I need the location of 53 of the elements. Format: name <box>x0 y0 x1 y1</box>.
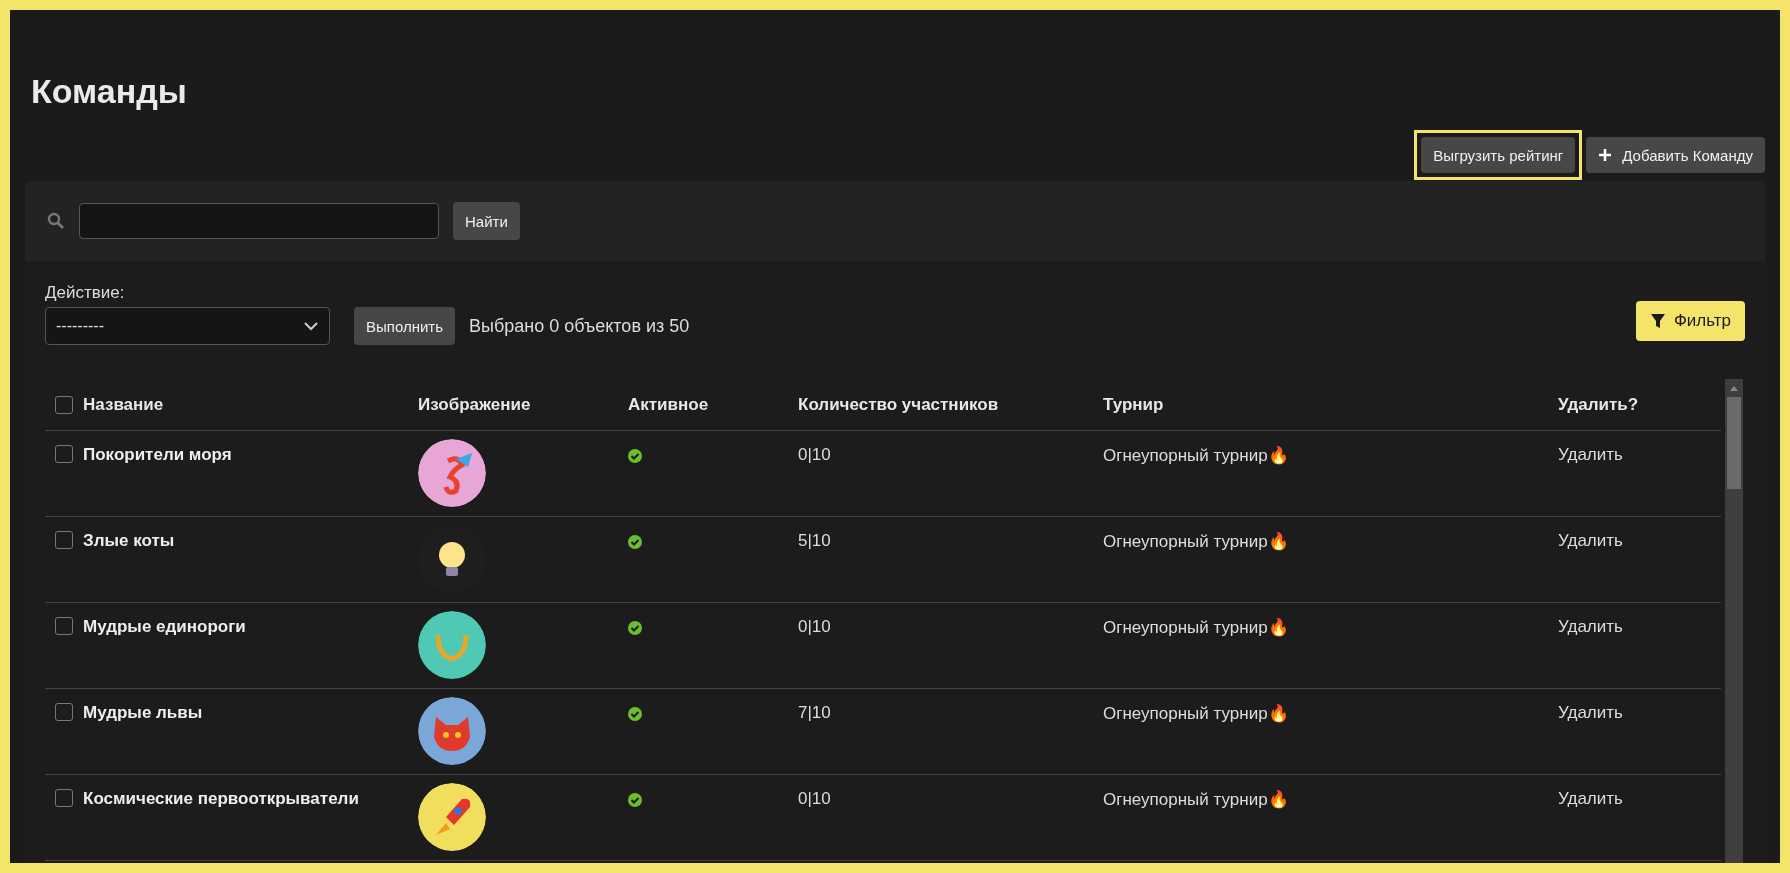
scrollbar[interactable] <box>1725 379 1743 863</box>
column-header[interactable]: Турнир <box>1103 394 1164 414</box>
column-header[interactable]: Активное <box>628 394 709 414</box>
delete-link[interactable]: Удалить <box>1558 531 1623 550</box>
team-name: Мудрые львы <box>83 703 203 722</box>
scroll-up-icon[interactable] <box>1730 385 1738 391</box>
team-avatar-icon <box>418 611 486 679</box>
delete-link[interactable]: Удалить <box>1558 789 1623 808</box>
filter-button[interactable]: Фильтр <box>1635 301 1745 341</box>
export-rating-button[interactable]: Выгрузить рейтинг <box>1421 137 1576 173</box>
action-label: Действие: <box>45 283 126 303</box>
tournament-name: Огнеупорный турнир🔥 <box>1103 532 1289 551</box>
member-count: 5|10 <box>798 531 831 550</box>
tournament-name: Огнеупорный турнир🔥 <box>1103 704 1289 723</box>
member-count: 0|10 <box>798 789 831 808</box>
column-header[interactable]: Название <box>83 394 164 414</box>
search-field[interactable] <box>79 203 439 239</box>
row-checkbox[interactable] <box>55 617 73 635</box>
team-name: Мудрые единороги <box>83 617 246 636</box>
delete-link[interactable]: Удалить <box>1558 703 1623 722</box>
chevron-down-icon <box>303 321 319 331</box>
member-count: 0|10 <box>798 617 831 636</box>
select-all-checkbox[interactable] <box>55 395 73 414</box>
search-icon <box>47 212 65 230</box>
team-avatar-icon <box>418 697 486 765</box>
column-header[interactable]: Удалить? <box>1558 394 1639 414</box>
tournament-name: Огнеупорный турнир🔥 <box>1103 618 1289 637</box>
scrollbar-thumb[interactable] <box>1727 397 1741 489</box>
delete-link[interactable]: Удалить <box>1558 445 1623 464</box>
team-name: Злые коты <box>83 531 175 550</box>
row-checkbox[interactable] <box>55 789 73 807</box>
column-header[interactable]: Количество участников <box>798 394 999 414</box>
tournament-name: Огнеупорный турнир🔥 <box>1103 446 1289 465</box>
team-name: Покорители моря <box>83 445 232 464</box>
team-name: Космические первооткрыватели <box>83 789 359 808</box>
row-checkbox[interactable] <box>55 445 73 463</box>
team-avatar-icon <box>418 439 486 507</box>
member-count: 7|10 <box>798 703 831 722</box>
delete-link[interactable]: Удалить <box>1558 617 1623 636</box>
tournament-name: Огнеупорный турнир🔥 <box>1103 790 1289 809</box>
row-checkbox[interactable] <box>55 703 73 721</box>
row-checkbox[interactable] <box>55 531 73 549</box>
funnel-icon <box>1649 313 1666 329</box>
add-team-button[interactable]: Добавить Команду <box>1586 137 1765 173</box>
run-button[interactable]: Выполнить <box>354 307 456 345</box>
plus-icon <box>1598 148 1613 162</box>
member-count: 0|10 <box>798 445 831 464</box>
search-button[interactable]: Найти <box>453 202 520 240</box>
selection-count: Выбрано 0 объектов из 50 <box>469 316 690 337</box>
page-title: Команды <box>31 72 188 111</box>
team-avatar-icon <box>418 783 486 851</box>
action-select[interactable]: --------- <box>45 307 330 345</box>
column-header[interactable]: Изображение <box>418 394 531 414</box>
